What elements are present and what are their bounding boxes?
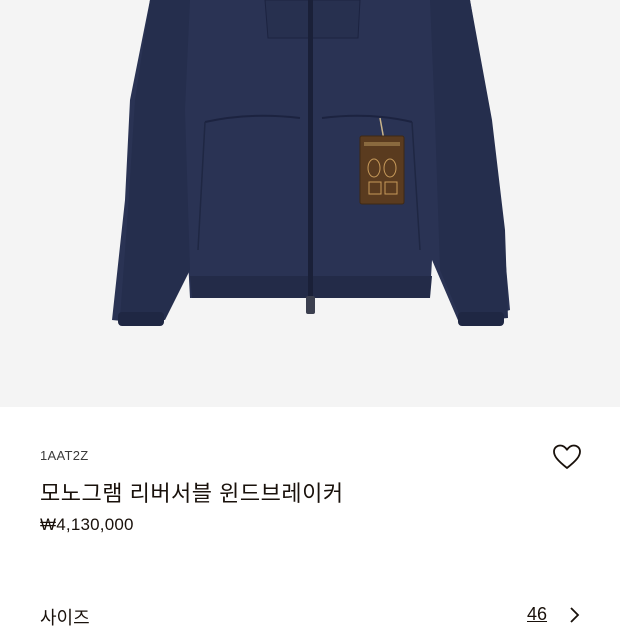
jacket-illustration [112,0,510,326]
product-sku: 1AAT2Z [40,448,89,463]
wishlist-button[interactable] [552,443,582,471]
chevron-right-icon [570,607,580,623]
size-value: 46 [527,604,548,624]
product-title: 모노그램 리버서블 윈드브레이커 [40,481,344,506]
product-image[interactable] [0,0,620,407]
size-selector[interactable]: 사이즈 46 [0,596,620,636]
heart-outline-icon [553,444,581,469]
size-label: 사이즈 [40,608,90,628]
product-price: ₩4,130,000 [40,515,134,534]
